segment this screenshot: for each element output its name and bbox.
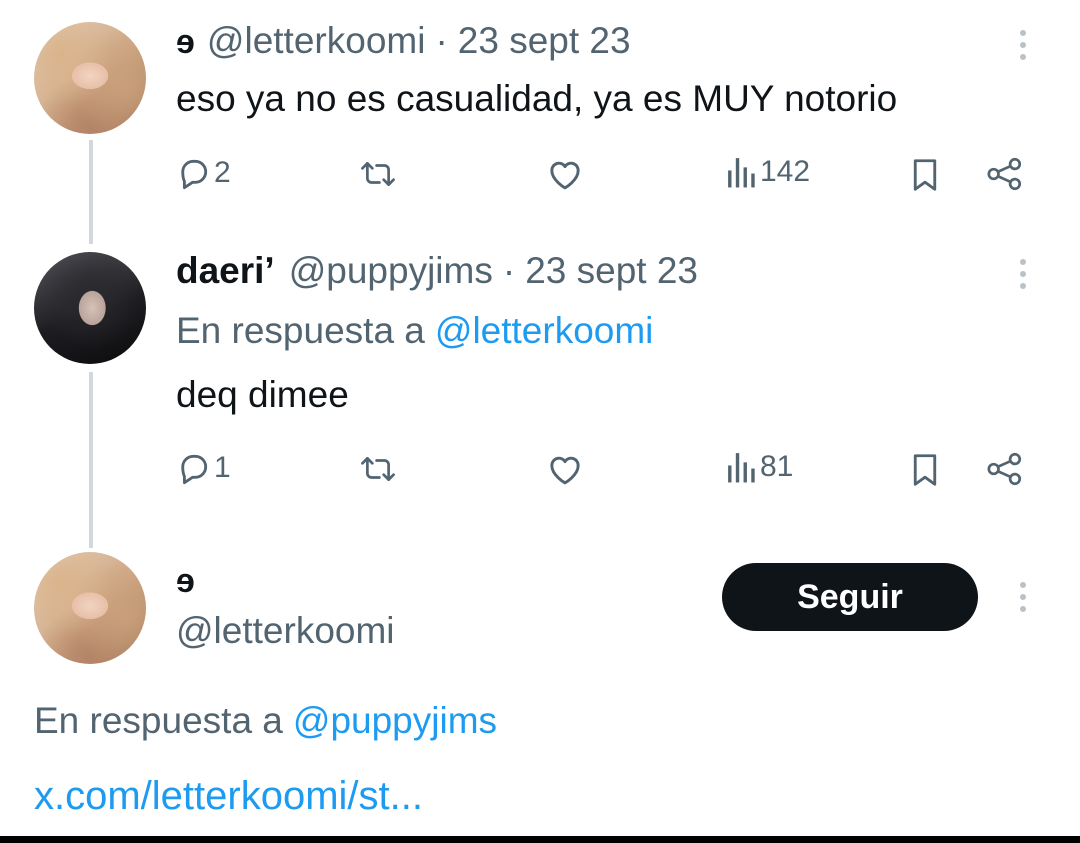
like-button[interactable] — [546, 157, 584, 191]
reply-button[interactable]: 1 — [176, 450, 231, 486]
more-icon[interactable] — [1018, 582, 1028, 612]
retweet-icon — [361, 457, 395, 481]
bookmark-button[interactable] — [910, 452, 940, 488]
reply-count: 1 — [214, 451, 231, 484]
retweet-button[interactable] — [358, 452, 398, 486]
tweet-link[interactable]: x.com/letterkoomi/st... — [34, 774, 423, 819]
view-count: 81 — [760, 450, 794, 483]
reply-prefix: En respuesta a — [176, 310, 425, 351]
views-button[interactable]: 81 — [726, 450, 793, 484]
bookmark-icon — [913, 159, 937, 191]
thread-view: ɘ @letterkoomi · 23 sept 23 eso ya no es… — [0, 0, 1080, 843]
retweet-button[interactable] — [358, 157, 398, 191]
tweet-header: daeri’ @puppyjims · 23 sept 23 — [176, 250, 698, 292]
follow-button[interactable]: Seguir — [722, 563, 978, 631]
timestamp[interactable]: 23 sept 23 — [458, 20, 631, 62]
bookmark-button[interactable] — [910, 157, 940, 193]
tweet-actions: 1 81 — [0, 450, 1080, 490]
views-icon — [728, 453, 755, 483]
display-name[interactable]: daeri’ — [176, 250, 275, 292]
tweet-text: eso ya no es casualidad, ya es MUY notor… — [176, 78, 898, 119]
retweet-icon — [361, 162, 395, 186]
more-icon[interactable] — [1018, 30, 1028, 60]
bottom-edge — [0, 836, 1080, 843]
view-count: 142 — [760, 155, 811, 188]
username[interactable]: @letterkoomi — [207, 20, 426, 62]
avatar[interactable] — [34, 552, 146, 664]
username[interactable]: @puppyjims — [289, 250, 493, 292]
share-button[interactable] — [986, 157, 1024, 191]
avatar[interactable] — [34, 22, 146, 134]
views-icon — [728, 158, 755, 188]
share-icon — [987, 452, 1022, 486]
reply-prefix: En respuesta a — [34, 700, 283, 741]
tweet-actions: 2 142 — [0, 155, 1080, 195]
timestamp[interactable]: 23 sept 23 — [525, 250, 698, 292]
more-icon[interactable] — [1018, 259, 1028, 289]
separator: · — [435, 20, 448, 61]
share-icon — [987, 157, 1022, 191]
tweet-header: ɘ @letterkoomi · 23 sept 23 — [176, 20, 631, 62]
like-icon — [550, 161, 580, 190]
reply-count: 2 — [214, 156, 231, 189]
display-name[interactable]: ɘ — [176, 23, 195, 62]
reply-mention-link[interactable]: @puppyjims — [293, 700, 497, 742]
reply-button[interactable]: 2 — [176, 155, 231, 191]
focused-username[interactable]: @letterkoomi — [176, 610, 395, 652]
tweet-text: deq dimee — [176, 374, 349, 415]
reply-icon — [181, 159, 208, 190]
reply-mention-link[interactable]: @letterkoomi — [435, 310, 654, 352]
reply-icon — [181, 454, 208, 485]
separator: · — [502, 250, 516, 291]
share-button[interactable] — [986, 452, 1024, 486]
reply-context: En respuesta a @puppyjims — [34, 700, 497, 742]
like-icon — [550, 456, 580, 485]
like-button[interactable] — [546, 452, 584, 486]
focused-display-name: ɘ — [176, 562, 195, 601]
display-name[interactable]: ɘ — [176, 562, 195, 601]
reply-context: En respuesta a @letterkoomi — [176, 310, 653, 352]
bookmark-icon — [913, 454, 937, 486]
avatar[interactable] — [34, 252, 146, 364]
views-button[interactable]: 142 — [726, 155, 810, 189]
